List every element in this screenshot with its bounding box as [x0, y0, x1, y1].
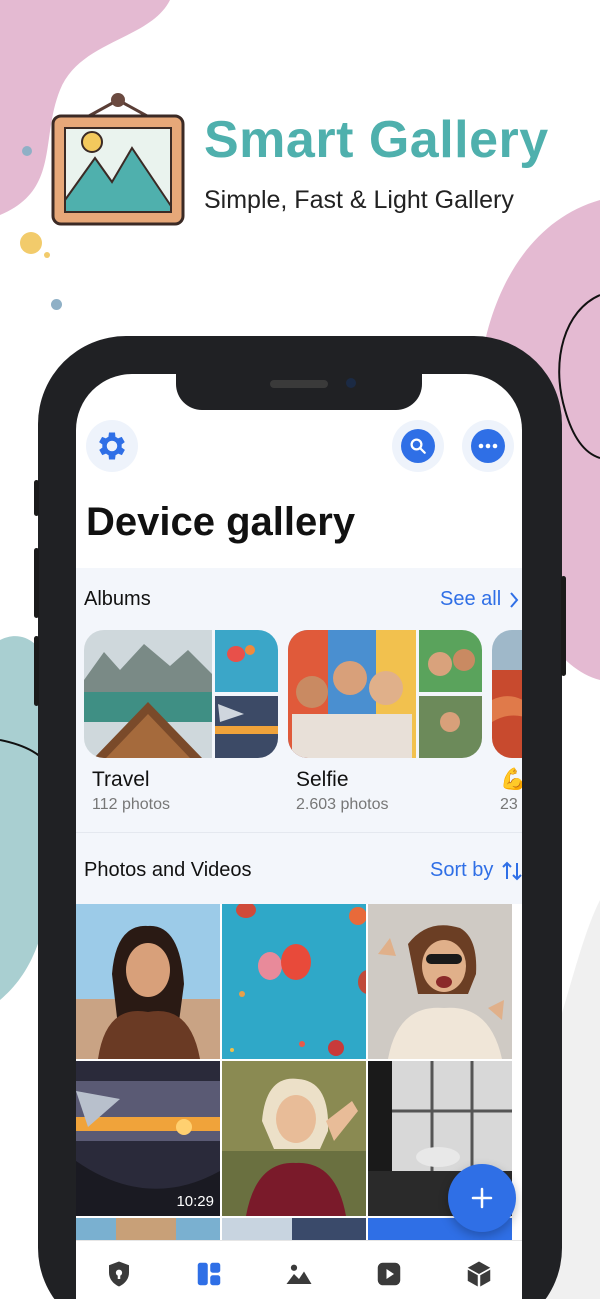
- decor-dot: [22, 146, 32, 156]
- sort-icon: [502, 861, 522, 880]
- photos-title: Photos and Videos: [84, 859, 252, 881]
- see-all-label: See all: [440, 588, 502, 610]
- album-card-partial[interactable]: 💪 23: [492, 630, 522, 813]
- album-card-selfie[interactable]: Selfie 2.603 photos: [288, 630, 482, 813]
- cube-icon: [467, 1261, 491, 1287]
- add-button[interactable]: [448, 1164, 516, 1232]
- video-tile[interactable]: 10:29: [76, 1061, 220, 1216]
- album-name: Selfie: [296, 768, 349, 791]
- search-icon: [410, 438, 426, 454]
- friends-selfie-photo: [288, 630, 482, 758]
- video-duration: 10:29: [176, 1193, 214, 1210]
- sort-by-label: Sort by: [430, 859, 494, 881]
- decor-dot: [20, 232, 42, 254]
- lake-boat-photo: [84, 630, 278, 758]
- album-name: Travel: [92, 768, 150, 791]
- nav-item-apps[interactable]: [464, 1259, 494, 1289]
- albums-section: Albums See all Travel 112 photos Selfie …: [76, 568, 522, 832]
- photos-header: Photos and Videos Sort by: [76, 832, 522, 904]
- photo-tile[interactable]: [368, 904, 512, 1059]
- decor-dot: [51, 299, 62, 310]
- more-icon: [478, 443, 498, 449]
- album-count: 23: [500, 796, 518, 813]
- search-button[interactable]: [392, 420, 444, 472]
- plus-icon: [471, 1187, 493, 1209]
- decor-dot: [44, 252, 50, 258]
- phone-screen: Device gallery Albums See all Travel 112…: [76, 374, 522, 1299]
- hot-air-balloons-photo: [222, 904, 366, 1059]
- album-cover: [84, 630, 278, 758]
- nav-item-vault[interactable]: [104, 1259, 134, 1289]
- albums-title: Albums: [84, 588, 151, 610]
- front-camera: [346, 378, 356, 388]
- bottom-nav: [76, 1240, 522, 1299]
- nav-item-videos[interactable]: [374, 1259, 404, 1289]
- album-card-travel[interactable]: Travel 112 photos: [84, 630, 278, 813]
- shield-icon: [109, 1261, 129, 1287]
- settings-button[interactable]: [86, 420, 138, 472]
- phone-side-button: [561, 576, 566, 676]
- phone-side-button: [34, 636, 39, 706]
- image-icon: [286, 1264, 312, 1284]
- grid-icon: [197, 1262, 221, 1286]
- excited-woman-photo: [368, 904, 512, 1059]
- app-title: Smart Gallery: [204, 111, 549, 169]
- see-all-link[interactable]: See all: [440, 588, 519, 611]
- play-icon: [377, 1262, 401, 1286]
- chevron-right-icon: [510, 591, 519, 608]
- app-subtitle: Simple, Fast & Light Gallery: [204, 186, 514, 214]
- nav-item-gallery[interactable]: [194, 1259, 224, 1289]
- gear-icon: [99, 432, 125, 460]
- page-title: Device gallery: [86, 500, 356, 544]
- album-name: 💪: [500, 768, 522, 791]
- photo-tile[interactable]: [222, 904, 366, 1059]
- blonde-woman-photo: [222, 1061, 366, 1216]
- album-count: 112 photos: [92, 796, 170, 813]
- speaker: [270, 380, 328, 388]
- portrait-woman-photo: [76, 904, 220, 1059]
- more-options-button[interactable]: [462, 420, 514, 472]
- app-logo-icon: [51, 93, 185, 226]
- phone-side-button: [34, 480, 39, 516]
- album-count: 2.603 photos: [296, 796, 389, 813]
- album-cover: [288, 630, 482, 758]
- red-landscape-photo: [492, 630, 522, 758]
- photo-tile[interactable]: [76, 904, 220, 1059]
- album-cover: [492, 630, 522, 758]
- nav-item-photos[interactable]: [284, 1259, 314, 1289]
- phone-side-button: [34, 548, 39, 618]
- photo-tile[interactable]: [222, 1061, 366, 1216]
- sort-by-button[interactable]: Sort by: [430, 859, 522, 882]
- notch: [176, 374, 422, 410]
